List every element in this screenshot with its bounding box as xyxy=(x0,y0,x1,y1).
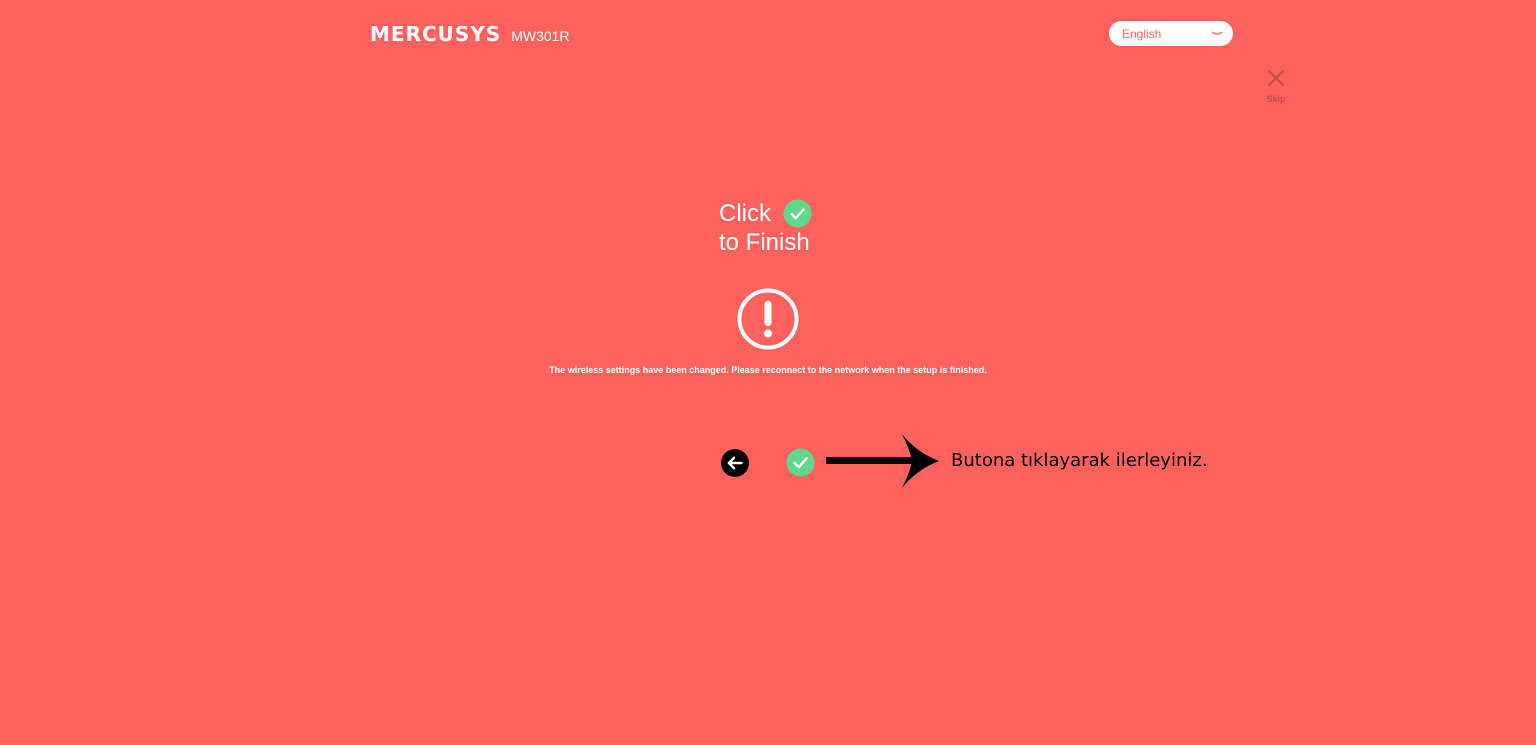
model-name: MW301R xyxy=(511,28,570,44)
arrow-right-icon xyxy=(826,434,940,493)
page-title: Click to Finish xyxy=(719,199,812,257)
skip-label: Skip xyxy=(1266,94,1286,104)
finish-button[interactable] xyxy=(786,448,815,477)
annotation-text: Butona tıklayarak ilerleyiniz. xyxy=(951,450,1208,471)
language-value: English xyxy=(1122,26,1162,41)
arrow-left-circle-icon xyxy=(721,449,749,477)
logo: MERCUSYS MW301R xyxy=(370,22,570,46)
exclamation-circle-icon xyxy=(737,288,799,355)
chevron-down-icon xyxy=(1211,30,1223,37)
check-circle-icon xyxy=(786,448,815,477)
skip-button[interactable]: Skip xyxy=(1262,68,1290,104)
notice-text: The wireless settings have been changed.… xyxy=(549,365,987,375)
title-line1: Click xyxy=(719,200,771,227)
close-icon xyxy=(1266,68,1286,93)
check-circle-icon xyxy=(783,199,812,228)
brand-name: MERCUSYS xyxy=(370,22,502,46)
back-button[interactable] xyxy=(721,449,749,477)
language-select[interactable]: English xyxy=(1109,21,1233,46)
title-line2: to Finish xyxy=(719,229,810,256)
setup-page: MERCUSYS MW301R English Skip Click to Fi… xyxy=(0,0,1536,745)
